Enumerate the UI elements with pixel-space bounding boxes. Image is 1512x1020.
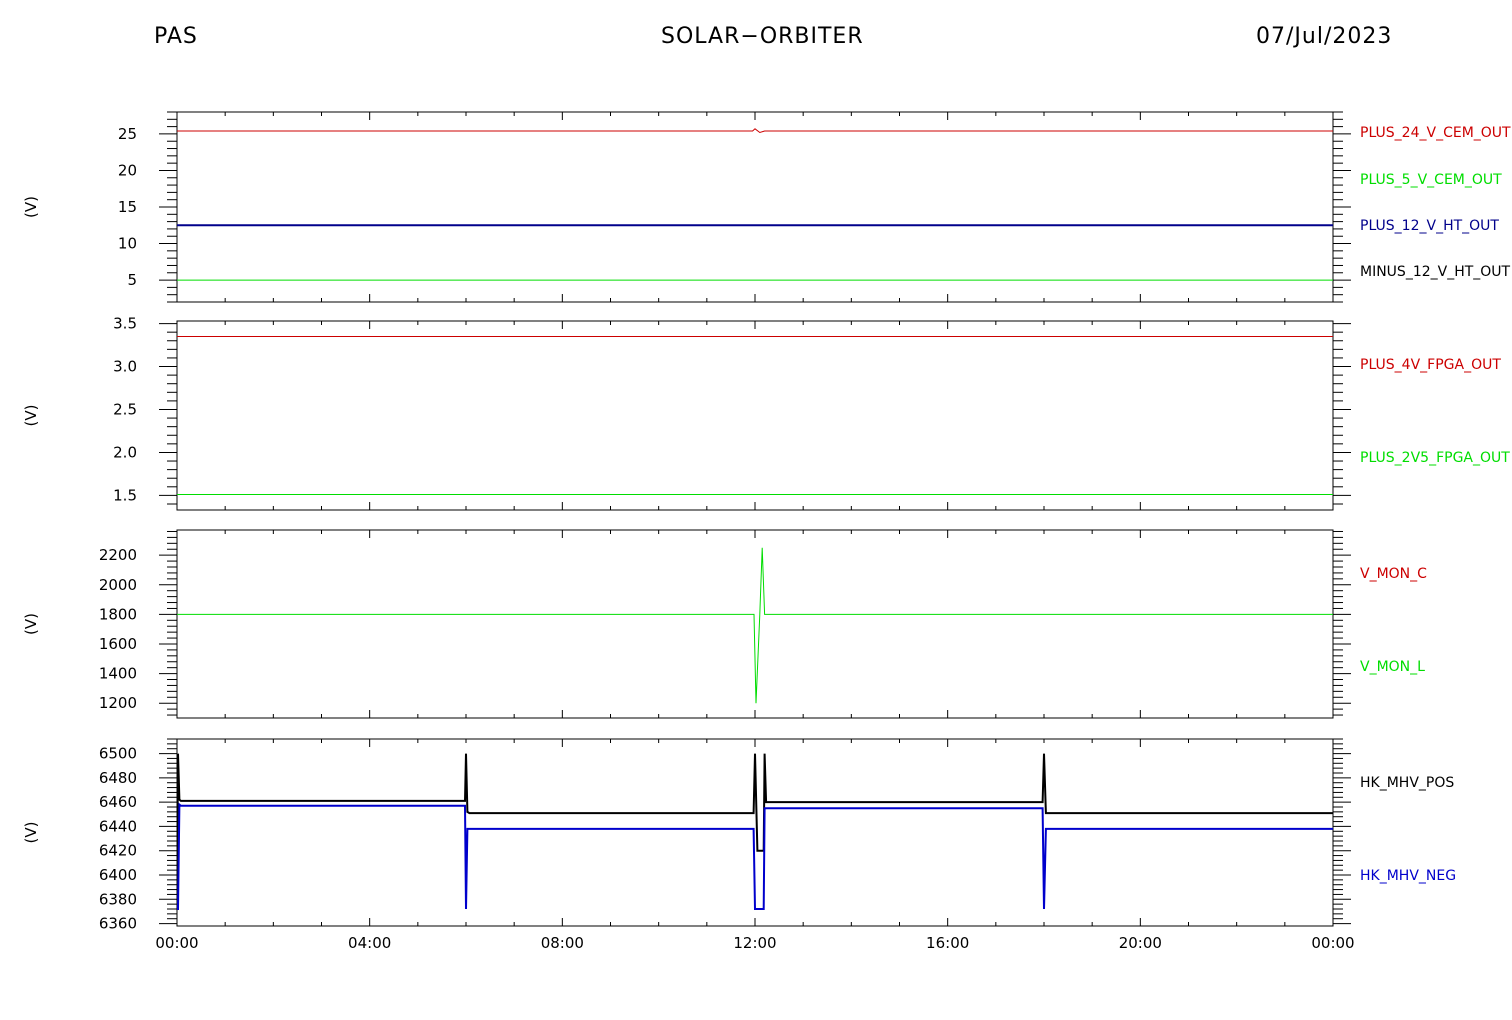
x-tick-label: 00:00 [155,934,198,952]
legend-plus_2v5_fpga_out: PLUS_2V5_FPGA_OUT [1360,450,1510,466]
y-tick-label: 3.0 [113,358,137,376]
x-tick-label: 20:00 [1119,934,1162,952]
legend-hk_mhv_neg: HK_MHV_NEG [1360,868,1456,884]
x-tick-label: 12:00 [733,934,776,952]
x-tick-label: 00:00 [1311,934,1354,952]
y-tick-label: 6500 [99,745,137,763]
legend-v_mon_c: V_MON_C [1360,566,1427,582]
y-tick-label: 2.0 [113,443,137,461]
y-tick-label: 20 [118,161,137,179]
housekeeping-chart: 5 10 15 20 25 (V) PLUS_24_V_CEM_OUT PLUS_5_V_CE… [22,111,1511,952]
y-tick-label: 6460 [99,793,137,811]
y-tick-label: 1800 [99,605,137,623]
series-line-hk_mhv_neg [177,802,1333,910]
x-tick-label: 16:00 [926,934,969,952]
series-line-plus_24_v_cem_out [177,128,1333,134]
legend-plus_12_v_ht_out: PLUS_12_V_HT_OUT [1360,218,1499,234]
y-tick-label: 2200 [99,546,137,564]
y-tick-label: 6480 [99,769,137,787]
panel-3-frame [176,529,1334,719]
y-tick-label: 6420 [99,842,137,860]
legend-v_mon_l: V_MON_L [1360,659,1425,675]
y-tick-label: 6440 [99,817,137,835]
y-axis-label: (V) [22,405,40,427]
panel-2-frame [176,320,1334,511]
y-tick-label: 2.5 [113,400,137,418]
legend-plus_24_v_cem_out: PLUS_24_V_CEM_OUT [1360,125,1511,141]
y-tick-label: 3.5 [113,315,137,333]
y-tick-label: 1200 [99,694,137,712]
y-tick-label: 15 [118,198,137,216]
y-tick-label: 6380 [99,890,137,908]
y-tick-label: 5 [127,271,137,289]
panel-1-frame [176,111,1334,303]
y-axis-label: (V) [22,613,40,635]
y-tick-label: 25 [118,125,137,143]
series-line-v_mon_l [177,547,1333,704]
legend-plus_4v_fpga_out: PLUS_4V_FPGA_OUT [1360,357,1501,373]
y-tick-label: 1.5 [113,486,137,504]
y-tick-label: 6360 [99,915,137,933]
x-tick-label: 08:00 [541,934,584,952]
legend-hk_mhv_pos: HK_MHV_POS [1360,775,1454,791]
y-axis-label: (V) [22,196,40,218]
legend-minus_12_v_ht_out: MINUS_12_V_HT_OUT [1360,264,1511,280]
legend-plus_5_v_cem_out: PLUS_5_V_CEM_OUT [1360,172,1502,188]
y-tick-label: 2000 [99,576,137,594]
y-axis-label: (V) [22,822,40,844]
y-tick-label: 6400 [99,866,137,884]
y-tick-label: 1400 [99,665,137,683]
y-tick-label: 1600 [99,635,137,653]
x-tick-label: 04:00 [348,934,391,952]
y-tick-label: 10 [118,235,137,253]
